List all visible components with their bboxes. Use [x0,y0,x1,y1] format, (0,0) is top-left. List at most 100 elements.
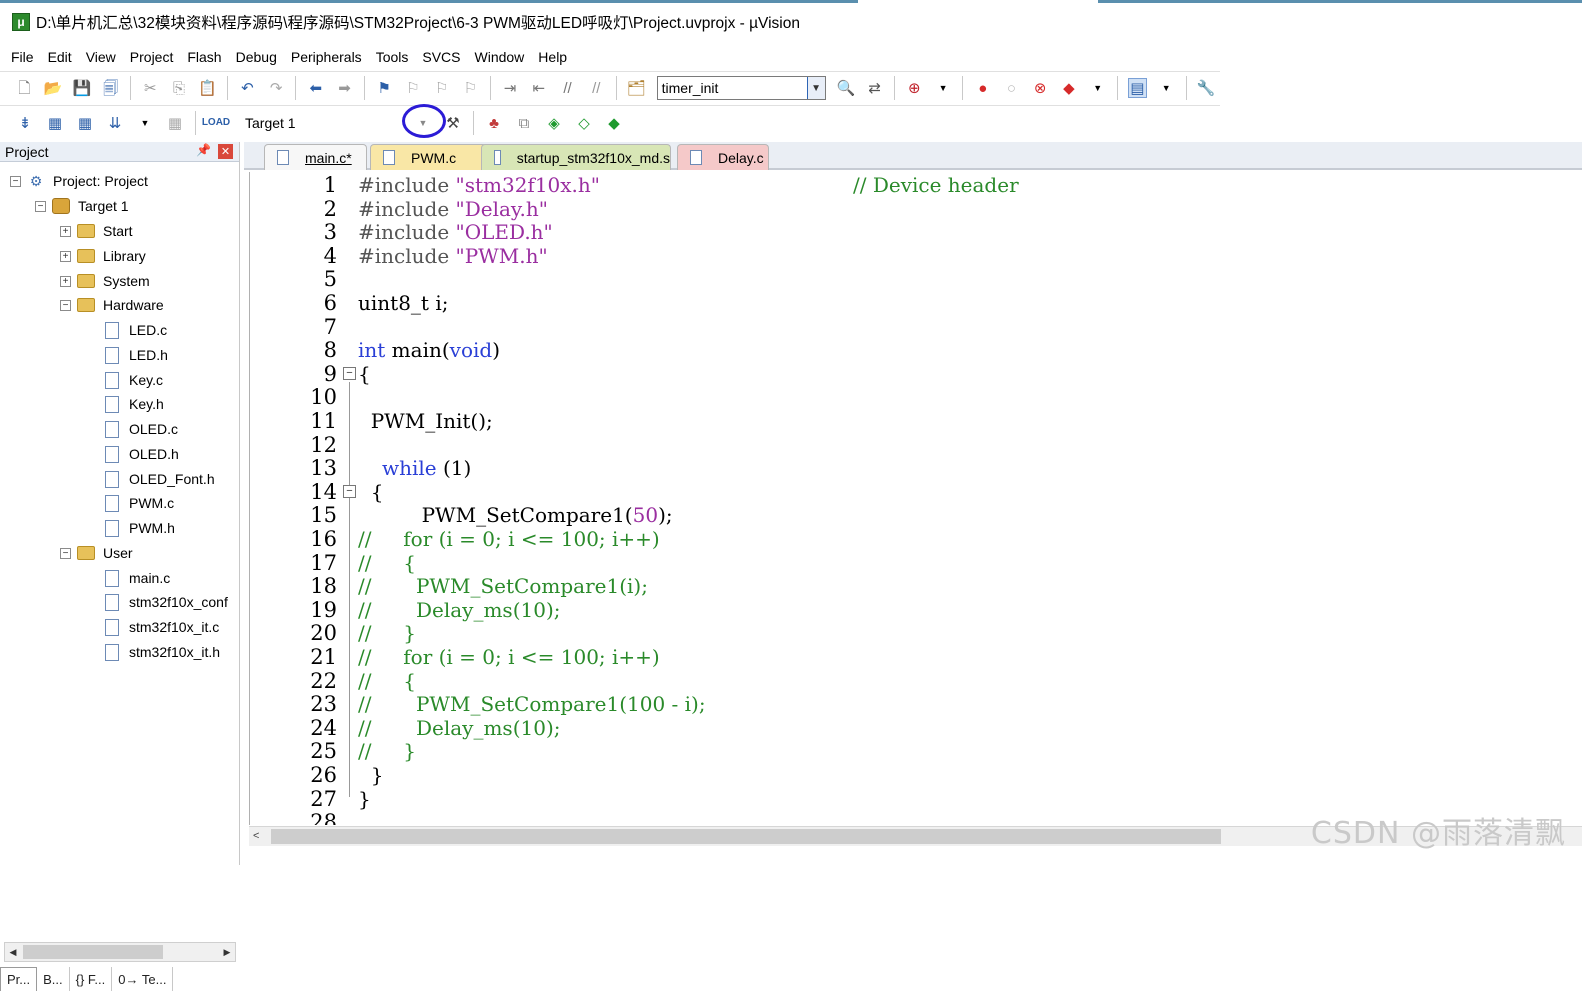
close-icon[interactable]: ✕ [218,144,233,159]
tree-file[interactable]: PWM.h [105,516,175,540]
project-horizontal-scrollbar[interactable]: ◀ ▶ [4,942,236,962]
configure-icon[interactable]: 🔧 [1197,78,1216,98]
menu-debug[interactable]: Debug [229,49,284,65]
find-icon[interactable]: 🔍 [837,78,856,98]
incremental-find-icon[interactable]: ⇄ [865,78,884,98]
tab-functions[interactable]: {} F... [70,967,113,991]
menu-file[interactable]: File [4,49,41,65]
tree-file[interactable]: stm32f10x_it.c [105,615,219,639]
menu-help[interactable]: Help [531,49,574,65]
cut-icon[interactable]: ✂ [141,78,160,98]
tab-templates[interactable]: 0→ Te... [112,967,174,991]
menu-svcs[interactable]: SVCS [415,49,467,65]
options-for-target-icon[interactable]: ⚒ [443,113,463,133]
chevron-down-icon[interactable]: ▼ [806,77,825,99]
menu-peripherals[interactable]: Peripherals [284,49,369,65]
tree-root[interactable]: − ⚙ Project: Project [10,169,148,193]
tab-delay-c[interactable]: Delay.c [677,144,769,170]
scrollbar-thumb[interactable] [271,829,1221,844]
menu-view[interactable]: View [79,49,123,65]
tree-group-library[interactable]: + Library [60,244,146,268]
prev-bookmark-icon[interactable]: ⚐ [404,78,423,98]
undo-icon[interactable]: ↶ [238,78,257,98]
tree-file[interactable]: Key.h [105,392,164,416]
paste-icon[interactable]: 📋 [198,78,217,98]
tree-group-system[interactable]: + System [60,269,150,293]
unindent-icon[interactable]: ⇤ [529,78,548,98]
kill-breakpoints-icon[interactable]: ⊗ [1031,78,1050,98]
breakpoint-icon[interactable]: ● [973,78,992,98]
indent-icon[interactable]: ⇥ [501,78,520,98]
navigate-forward-icon[interactable]: ➡ [335,78,354,98]
scroll-left-icon[interactable]: < [253,830,259,842]
uncomment-icon[interactable]: // [587,78,606,98]
tab-books[interactable]: B... [37,967,70,991]
new-file-icon[interactable]: 🗋 [15,78,34,98]
menu-flash[interactable]: Flash [180,49,228,65]
collapse-icon[interactable]: − [60,299,71,311]
download-icon[interactable]: LOAD [202,113,230,133]
tab-startup-s[interactable]: startup_stm32f10x_md.s [481,144,671,170]
menu-window[interactable]: Window [468,49,532,65]
fold-collapse-icon[interactable]: − [343,367,356,380]
stop-build-icon[interactable]: ▦ [165,113,185,133]
find-combo[interactable]: timer_init ▼ [656,76,826,100]
tree-file[interactable]: LED.c [105,318,167,342]
chevron-down-icon[interactable]: ▼ [135,113,155,133]
chevron-down-icon[interactable]: ▼ [1157,78,1176,98]
tree-file[interactable]: PWM.c [105,491,174,515]
redo-icon[interactable]: ↷ [267,78,286,98]
tree-file[interactable]: Key.c [105,368,163,392]
manage-project-items-icon[interactable]: ♣ [484,113,504,133]
manage-components-icon[interactable]: ◆ [604,113,624,133]
disable-all-breakpoints-icon[interactable]: ◆ [1060,78,1079,98]
build-icon[interactable]: ▦ [45,113,65,133]
tree-file[interactable]: OLED.c [105,417,178,441]
code-editor[interactable]: 1 2 3 4 5 6 7 8 9 10 11 12 13 14 15 16 1… [249,172,1582,825]
batch-build-icon[interactable]: ⇊ [105,113,125,133]
scrollbar-thumb[interactable] [23,945,163,959]
rebuild-icon[interactable]: ▦ [75,113,95,133]
target-select[interactable]: Target 1 [245,115,400,131]
collapse-icon[interactable]: − [35,200,46,212]
tree-group-hardware[interactable]: − Hardware [60,293,164,317]
fold-collapse-icon[interactable]: − [343,485,356,498]
tree-group-user[interactable]: − User [60,541,133,565]
open-file-icon[interactable]: 📂 [44,78,63,98]
tab-pwm-c[interactable]: PWM.c [370,144,487,170]
save-all-icon[interactable]: 🗐 [101,78,120,98]
find-in-files-icon[interactable]: 🗂 [627,78,646,98]
debug-session-icon[interactable]: ⊕ [905,78,924,98]
tree-file[interactable]: main.c [105,566,170,590]
scroll-left-icon[interactable]: ◀ [6,945,20,959]
window-layout-icon[interactable]: ▤ [1127,78,1147,98]
collapse-icon[interactable]: − [10,175,21,187]
tree-file[interactable]: OLED_Font.h [105,467,215,491]
tab-main-c[interactable]: main.c* [264,144,367,170]
chevron-down-icon[interactable]: ▼ [934,78,953,98]
tab-project[interactable]: Pr... [0,967,38,991]
pin-icon[interactable]: 📌 [196,143,211,157]
tree-group-start[interactable]: + Start [60,219,133,243]
expand-icon[interactable]: + [60,225,71,237]
comment-icon[interactable]: // [558,78,577,98]
collapse-icon[interactable]: − [60,547,71,559]
bookmark-icon[interactable]: ⚑ [375,78,394,98]
scroll-right-icon[interactable]: ▶ [220,945,234,959]
tree-file[interactable]: stm32f10x_it.h [105,640,220,664]
next-bookmark-icon[interactable]: ⚐ [432,78,451,98]
tree-file[interactable]: stm32f10x_conf [105,590,228,614]
chevron-down-icon[interactable]: ▼ [1088,78,1107,98]
copy-icon[interactable]: ⎘ [170,78,189,98]
disable-breakpoint-icon[interactable]: ○ [1002,78,1021,98]
tree-target[interactable]: − Target 1 [35,194,129,218]
manage-run-time-env-icon[interactable]: ◈ [544,113,564,133]
expand-icon[interactable]: + [60,275,71,287]
menu-edit[interactable]: Edit [41,49,79,65]
translate-icon[interactable]: ⇟ [15,113,35,133]
select-packs-icon[interactable]: ⧉ [514,113,534,133]
expand-icon[interactable]: + [60,250,71,262]
clear-bookmarks-icon[interactable]: ⚐ [461,78,480,98]
menu-project[interactable]: Project [123,49,181,65]
pack-installer-icon[interactable]: ◇ [574,113,594,133]
